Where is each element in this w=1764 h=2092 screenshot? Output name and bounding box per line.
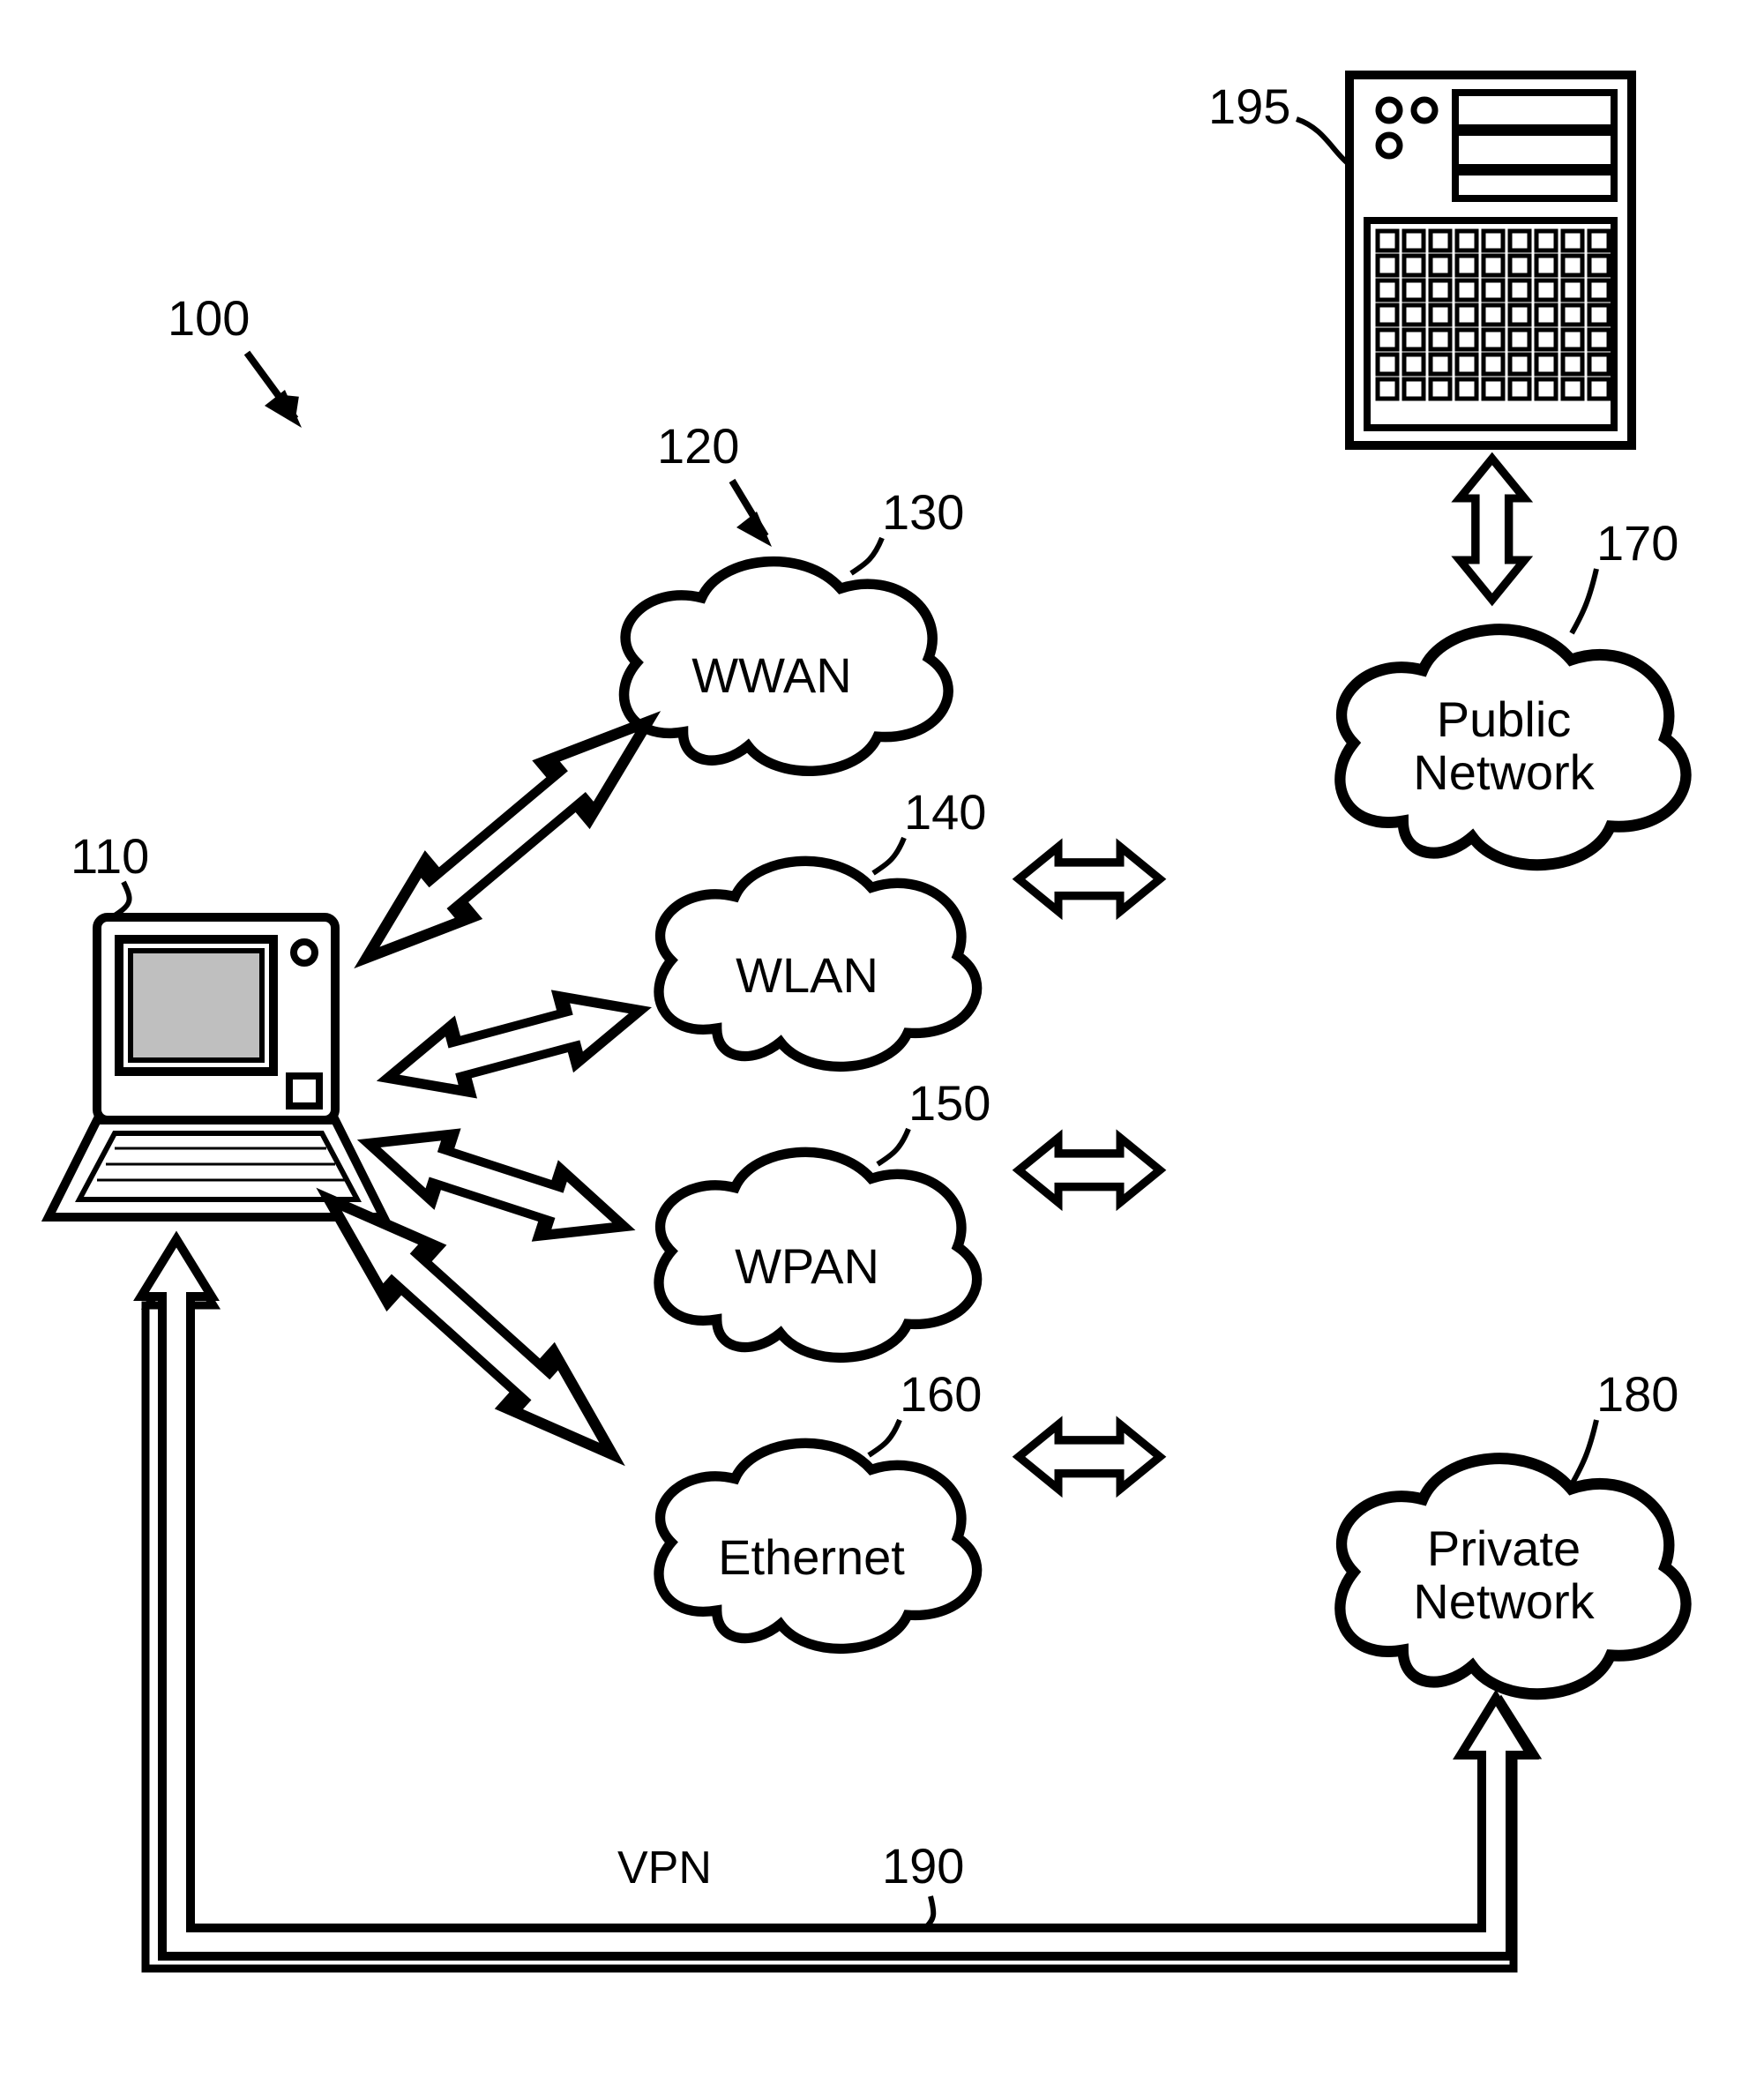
ref-120: 120 [657,418,739,474]
ref-190: 190 [882,1838,964,1894]
ref-150-leader [878,1129,908,1164]
cloud-public-label1: Public [1437,691,1572,747]
ref-130-leader [851,538,882,573]
ref-140-leader [873,838,904,873]
ref-110-leader [115,882,130,915]
arrow-laptop-wwan [344,695,670,985]
cloud-wwan: WWAN [624,562,949,772]
arrow-server-public [1460,459,1525,600]
ref-195: 195 [1208,78,1290,134]
cloud-wlan-label: WLAN [736,947,878,1003]
server-icon [1349,75,1632,445]
arrow-laptop-wlan [379,977,649,1110]
cloud-wlan: WLAN [659,861,977,1066]
laptop-icon [49,917,384,1217]
arrow-wwan-right [1019,847,1160,912]
cloud-wwan-label: WWAN [691,647,851,703]
diagram-canvas: 100 120 110 [0,0,1764,2092]
ref-170-leader [1572,569,1596,633]
cloud-public-network: Public Network [1340,630,1686,865]
ref-170: 170 [1596,515,1678,571]
ref-180: 180 [1596,1366,1678,1422]
ref-130: 130 [882,484,964,540]
ref-100: 100 [168,290,250,346]
ref-110: 110 [71,828,149,884]
ref-195-leader [1297,119,1348,163]
ref-120-head [736,512,772,547]
ref-150: 150 [908,1075,990,1131]
ref-140: 140 [904,784,986,840]
arrow-wlan-right [1019,1138,1160,1203]
vpn-label: VPN [617,1842,712,1894]
cloud-public-label2: Network [1413,744,1595,800]
